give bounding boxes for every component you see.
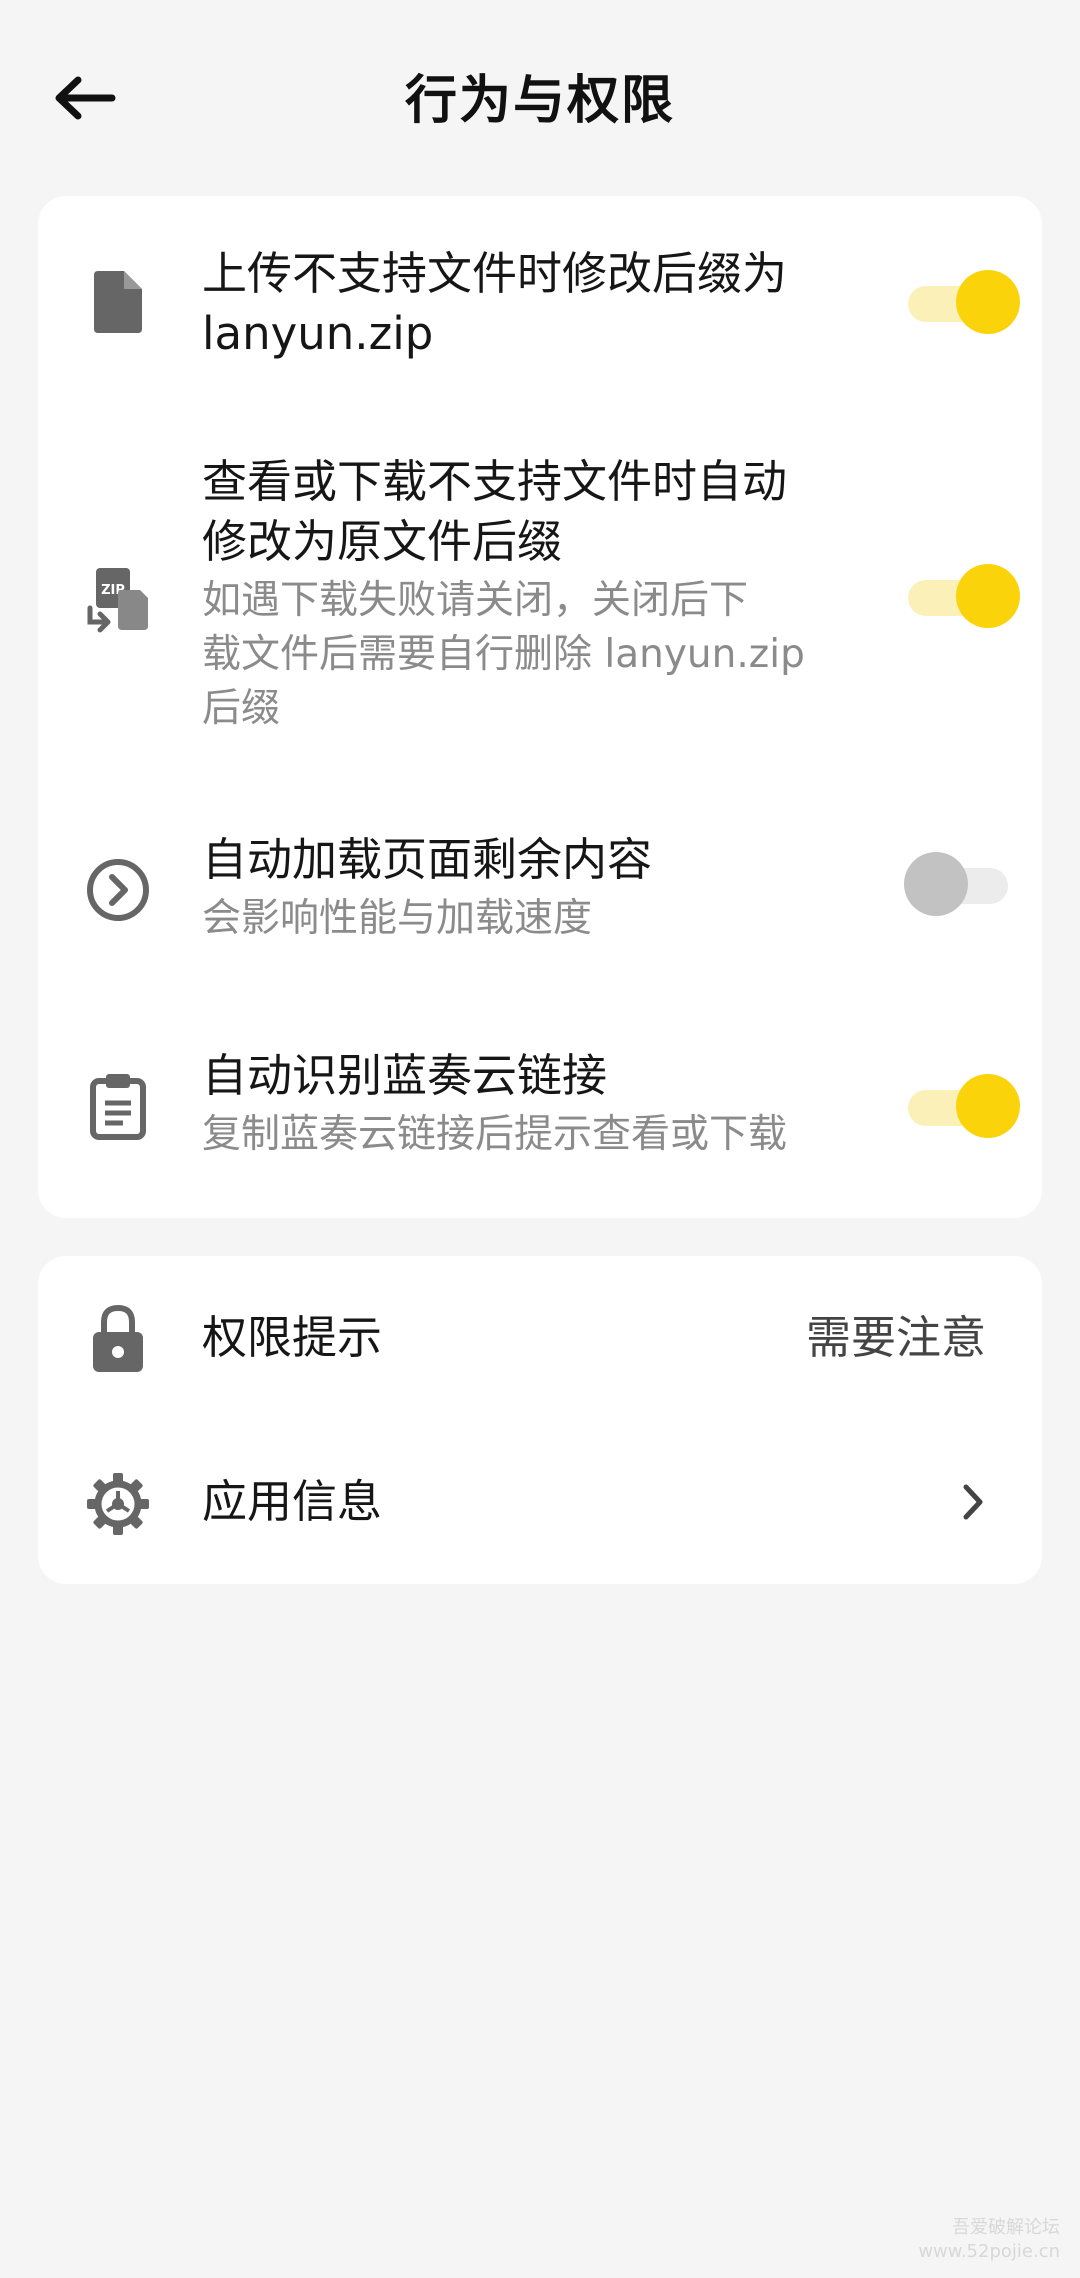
- permission-hint-label: 权限提示: [202, 1311, 383, 1364]
- gear-icon: [80, 1466, 156, 1542]
- file-icon: [80, 264, 156, 340]
- auto-load-content-toggle[interactable]: [898, 852, 1018, 916]
- setting-row-auto-restore-suffix[interactable]: ZIP 查看或下载不支持文件时自动 修改为原文件后缀 如遇下载失败请关闭，关闭后…: [38, 412, 1042, 784]
- header: 行为与权限: [0, 0, 1080, 200]
- permission-hint-value: 需要注意: [805, 1311, 986, 1364]
- setting-title: 上传不支持文件时修改后缀为 lanyun.zip: [202, 247, 788, 360]
- chevron-right-icon: [948, 1472, 998, 1532]
- setting-title: 查看或下载不支持文件时自动 修改为原文件后缀: [202, 455, 788, 568]
- info-settings-card: 权限提示 需要注意 应用信息: [38, 1256, 1042, 1584]
- lock-icon: [80, 1300, 156, 1376]
- rename-upload-toggle[interactable]: [898, 270, 1020, 334]
- setting-row-auto-load-content[interactable]: 自动加载页面剩余内容 会影响性能与加载速度: [38, 784, 1042, 996]
- setting-title: 自动识别蓝奏云链接: [202, 1049, 608, 1102]
- watermark: 吾爱破解论坛 www.52pojie.cn: [918, 2217, 1060, 2262]
- setting-subtitle: 会影响性能与加载速度: [202, 896, 593, 941]
- detect-lanzou-link-toggle[interactable]: [898, 1074, 1020, 1138]
- permission-hint-row[interactable]: 权限提示 需要注意: [38, 1256, 1042, 1420]
- clipboard-icon: [80, 1068, 156, 1144]
- app-info-row[interactable]: 应用信息: [38, 1420, 1042, 1584]
- setting-subtitle: 复制蓝奏云链接后提示查看或下载: [202, 1112, 788, 1157]
- setting-title: 自动加载页面剩余内容: [202, 833, 653, 886]
- zip-file-convert-icon: ZIP: [80, 560, 156, 636]
- behavior-settings-card: 上传不支持文件时修改后缀为 lanyun.zip ZIP 查看或下载不支持文件时…: [38, 196, 1042, 1218]
- page-title: 行为与权限: [404, 71, 675, 131]
- setting-subtitle: 如遇下载失败请关闭，关闭后下 载文件后需要自行删除 lanyun.zip 后缀: [202, 578, 805, 731]
- chevron-circle-icon: [80, 852, 156, 928]
- app-info-label: 应用信息: [202, 1475, 383, 1528]
- auto-restore-suffix-toggle[interactable]: [898, 564, 1020, 628]
- setting-row-detect-lanzou-link[interactable]: 自动识别蓝奏云链接 复制蓝奏云链接后提示查看或下载: [38, 996, 1042, 1218]
- setting-row-rename-upload[interactable]: 上传不支持文件时修改后缀为 lanyun.zip: [38, 196, 1042, 412]
